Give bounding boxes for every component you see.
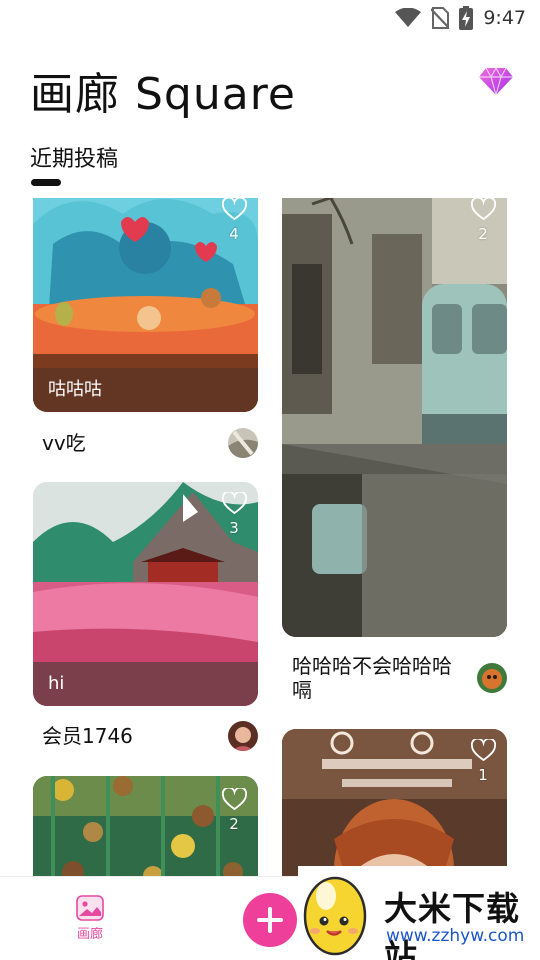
section-title-recent[interactable]: 近期投稿 — [30, 141, 118, 173]
like-count: 4 — [229, 225, 239, 243]
like-toggle[interactable]: 3 — [221, 492, 247, 537]
status-bar: 9:47 — [0, 0, 540, 36]
watermark-url: www.zzhyw.com — [386, 926, 525, 946]
avatar[interactable] — [228, 428, 258, 458]
heart-icon — [470, 198, 496, 221]
post-card-image[interactable]: 4 咕咕咕 — [33, 198, 258, 412]
like-count: 3 — [229, 519, 239, 537]
watermark: 大米下载站 www.zzhyw.com — [298, 866, 540, 960]
post-caption: hi — [33, 662, 258, 706]
avatar[interactable] — [477, 663, 507, 693]
watermark-name: 大米下载站 — [384, 889, 520, 960]
post-meta: 哈哈哈不会哈哈哈嗝 — [292, 654, 507, 702]
like-count: 2 — [478, 225, 488, 243]
heart-icon — [221, 788, 247, 811]
heart-icon — [221, 492, 247, 515]
heart-icon — [470, 739, 496, 762]
author-name[interactable]: 会员1746 — [42, 724, 133, 748]
post-artwork — [282, 198, 507, 637]
post-card-image[interactable]: 2 — [282, 198, 507, 637]
heart-icon — [221, 198, 247, 221]
diamond-icon[interactable] — [478, 66, 514, 96]
tab-indicator — [31, 179, 61, 186]
wifi-icon — [395, 8, 422, 27]
like-count: 2 — [229, 815, 239, 833]
post-meta: 会员1746 — [42, 721, 258, 751]
like-toggle[interactable]: 2 — [470, 198, 496, 243]
gallery-icon — [76, 895, 104, 921]
nav-item-gallery[interactable]: 画廊 — [70, 895, 110, 942]
avatar[interactable] — [228, 721, 258, 751]
author-name[interactable]: vv吃 — [42, 431, 86, 455]
battery-charging-icon — [459, 6, 474, 30]
post-caption: 咕咕咕 — [33, 368, 258, 412]
like-toggle[interactable]: 1 — [470, 739, 496, 784]
author-name[interactable]: 哈哈哈不会哈哈哈嗝 — [292, 654, 457, 702]
post-card-image[interactable]: 3 hi — [33, 482, 258, 706]
egg-mascot-logo — [303, 876, 367, 956]
post-meta: vv吃 — [42, 428, 258, 458]
like-toggle[interactable]: 4 — [221, 198, 247, 243]
status-icons: 9:47 — [395, 6, 526, 30]
page-title: 画廊 Square — [30, 69, 296, 120]
plus-icon — [257, 907, 283, 933]
like-toggle[interactable]: 2 — [221, 788, 247, 833]
post-card-image[interactable]: 2 — [33, 776, 258, 876]
no-sim-icon — [431, 7, 450, 29]
post-feed[interactable]: 4 咕咕咕 vv吃 3 hi 会员1746 2 2 哈哈哈不会哈哈哈嗝 1 — [0, 198, 540, 876]
status-time: 9:47 — [483, 7, 526, 29]
nav-label-gallery: 画廊 — [76, 927, 103, 942]
like-count: 1 — [478, 766, 488, 784]
add-post-button[interactable] — [243, 893, 297, 947]
post-card-image[interactable]: 1 — [282, 729, 507, 876]
